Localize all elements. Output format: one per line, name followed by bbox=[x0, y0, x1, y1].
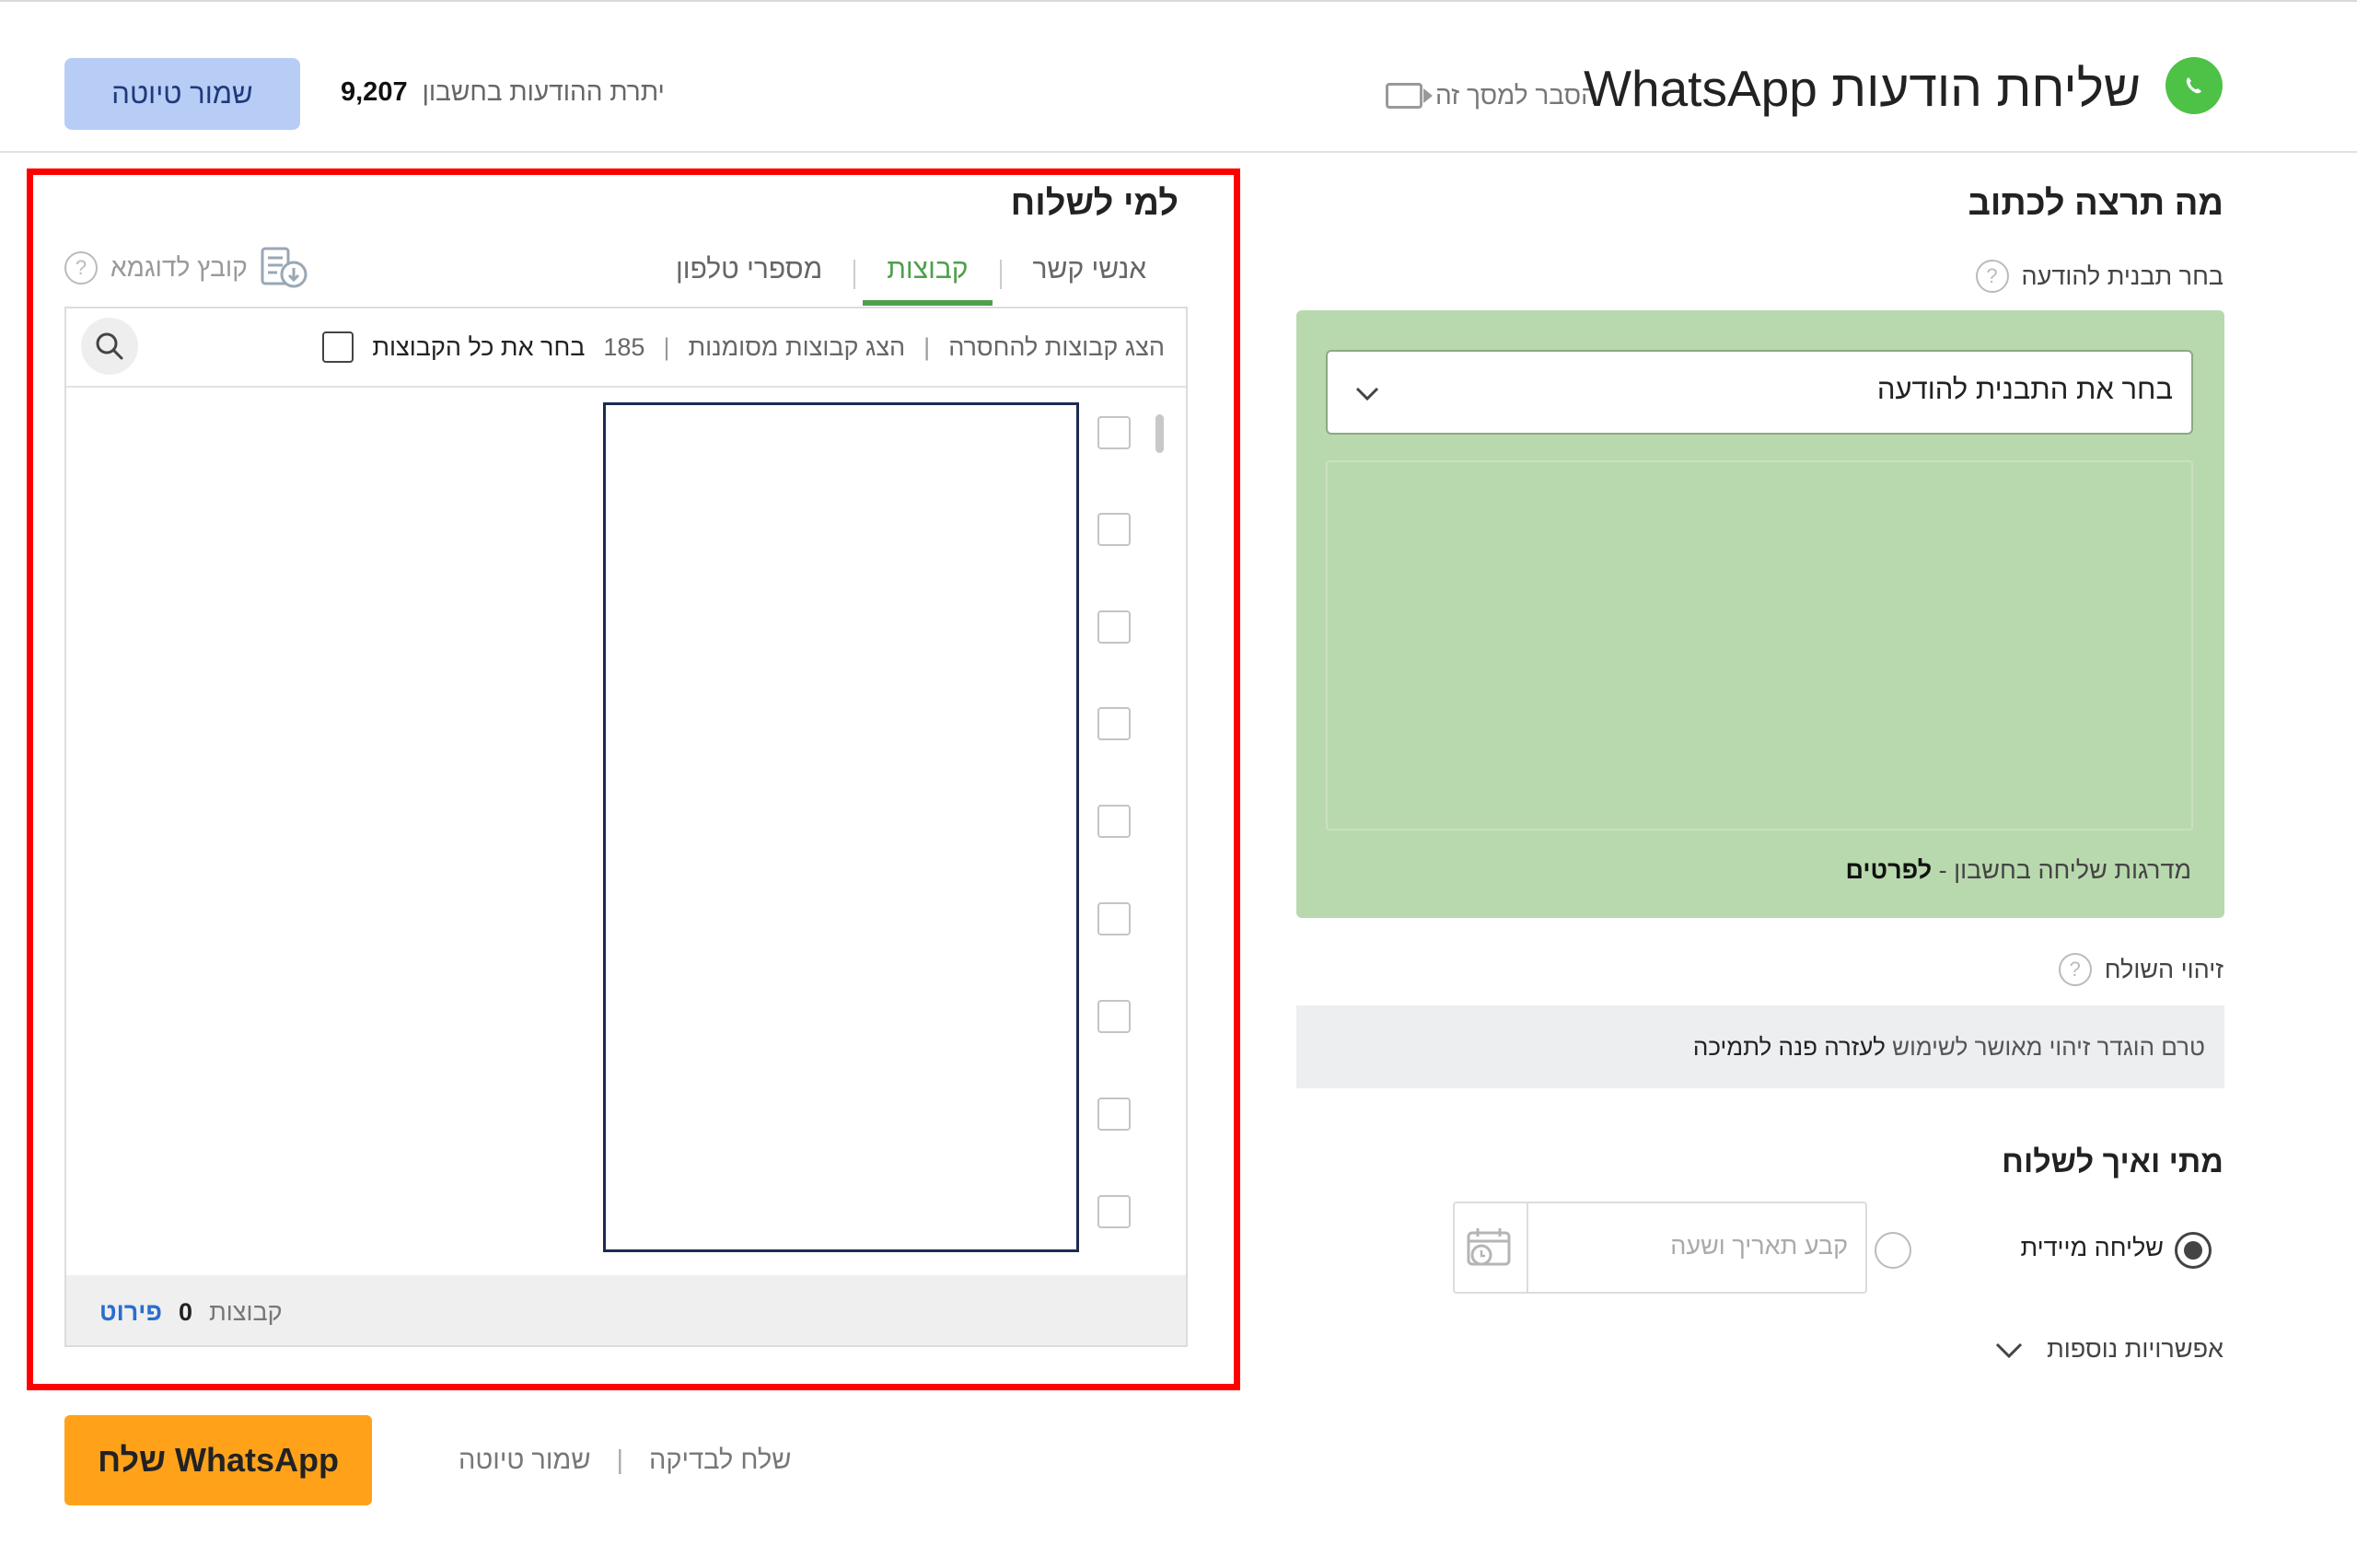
search-icon bbox=[96, 332, 123, 360]
date-time-placeholder: קבע תאריך ושעה bbox=[1670, 1232, 1848, 1260]
top-border bbox=[0, 0, 2357, 2]
help-icon[interactable]: ? bbox=[1975, 260, 2009, 293]
support-link[interactable]: לעזרה פנה לתמיכה bbox=[1693, 1033, 1886, 1061]
show-unsubscribe-groups-link[interactable]: הצג קבוצות להחסרה bbox=[948, 333, 1165, 362]
schedule-radio[interactable] bbox=[1875, 1232, 1911, 1269]
sample-file-link[interactable]: ? קובץ לדוגמא bbox=[64, 247, 308, 289]
groups-label: קבוצות bbox=[209, 1298, 283, 1326]
whatsapp-icon bbox=[2165, 57, 2223, 114]
header-divider bbox=[0, 151, 2357, 153]
send-tiers-link[interactable]: לפרטים bbox=[1845, 856, 1932, 884]
select-all-label: בחר את כל הקבוצות bbox=[372, 332, 586, 361]
balance-label: יתרת ההודעות בחשבון bbox=[422, 77, 665, 106]
recipients-title: למי לשלוח bbox=[1010, 184, 1178, 223]
details-link[interactable]: פירוט bbox=[99, 1298, 162, 1327]
sender-id-text: טרם הוגדר זיהוי מאושר לשימוש bbox=[1885, 1033, 2205, 1061]
group-row-checkbox[interactable] bbox=[1097, 1000, 1131, 1033]
sender-id-label-row: זיהוי השולח ? bbox=[2058, 953, 2223, 986]
template-label-row: בחר תבנית להודעה ? bbox=[1975, 260, 2223, 293]
group-row-checkbox[interactable] bbox=[1097, 707, 1131, 740]
group-row-checkbox[interactable] bbox=[1097, 610, 1131, 644]
help-icon[interactable]: ? bbox=[2058, 953, 2092, 986]
message-balance: יתרת ההודעות בחשבון 9,207 bbox=[341, 77, 665, 108]
message-title: מה תרצה לכתוב bbox=[1968, 184, 2223, 223]
calendar-clock-icon bbox=[1467, 1228, 1511, 1266]
help-icon[interactable]: ? bbox=[64, 251, 98, 285]
group-row-checkbox[interactable] bbox=[1097, 902, 1131, 935]
video-camera-icon bbox=[1386, 83, 1422, 109]
sample-file-label: קובץ לדוגמא bbox=[110, 253, 248, 282]
message-body-area[interactable] bbox=[1326, 460, 2193, 830]
calendar-button[interactable] bbox=[1455, 1203, 1528, 1292]
scrollbar-thumb[interactable] bbox=[1155, 414, 1164, 453]
toolbar-separator: | bbox=[663, 332, 670, 361]
schedule-title: מתי ואיך לשלוח bbox=[2002, 1144, 2223, 1179]
save-draft-button[interactable]: שמור טיוטה bbox=[64, 58, 300, 130]
template-label: בחר תבנית להודעה bbox=[2021, 261, 2223, 290]
group-count: 185 bbox=[603, 332, 645, 361]
selected-groups-count: 0 bbox=[179, 1298, 193, 1326]
group-row-checkbox[interactable] bbox=[1097, 513, 1131, 546]
more-options-label: אפשרויות נוספות bbox=[2047, 1335, 2223, 1363]
bottom-actions: שלח לבדיקה | שמור טיוטה bbox=[459, 1446, 791, 1476]
save-draft-link[interactable]: שמור טיוטה bbox=[459, 1446, 591, 1476]
send-now-radio[interactable] bbox=[2175, 1232, 2212, 1269]
send-tiers: מדרגות שליחה בחשבון - לפרטים bbox=[1845, 856, 2191, 885]
select-all-checkbox[interactable] bbox=[322, 331, 354, 363]
tab-phone-numbers[interactable]: מספרי טלפון bbox=[644, 249, 853, 304]
page-title: שליחת הודעות WhatsApp bbox=[1584, 60, 2141, 117]
explain-screen-label: הסבר למסך זה bbox=[1435, 81, 1597, 110]
chevron-down-icon bbox=[1996, 1342, 2023, 1358]
more-options-toggle[interactable]: אפשרויות נוספות bbox=[1993, 1335, 2223, 1364]
file-download-icon bbox=[261, 247, 308, 288]
groups-toolbar-row: בחר את כל הקבוצות 185 | הצג קבוצות מסומנ… bbox=[322, 331, 1165, 363]
group-row-checkbox[interactable] bbox=[1097, 805, 1131, 838]
sender-id-notice: טרם הוגדר זיהוי מאושר לשימוש לעזרה פנה ל… bbox=[1693, 1033, 2205, 1062]
send-whatsapp-button[interactable]: שלח WhatsApp bbox=[64, 1415, 372, 1505]
bottom-separator: | bbox=[616, 1446, 624, 1475]
send-now-label: שליחה מיידית bbox=[2020, 1234, 2164, 1261]
group-row-checkbox[interactable] bbox=[1097, 1098, 1131, 1131]
groups-summary: פירוט 0 קבוצות bbox=[99, 1298, 283, 1327]
sender-id-label: זיהוי השולח bbox=[2104, 955, 2223, 983]
tab-contacts[interactable]: אנשי קשר bbox=[1002, 249, 1178, 304]
search-button[interactable] bbox=[81, 318, 138, 375]
template-select-value: בחר את התבנית להודעה bbox=[1876, 373, 2173, 405]
show-marked-groups-link[interactable]: הצג קבוצות מסומנות bbox=[688, 333, 905, 362]
tab-groups[interactable]: קבוצות bbox=[855, 249, 999, 306]
group-row-checkbox[interactable] bbox=[1097, 1195, 1131, 1228]
send-test-link[interactable]: שלח לבדיקה bbox=[649, 1446, 791, 1476]
chevron-down-icon bbox=[1355, 387, 1379, 401]
send-tiers-text: מדרגות שליחה בחשבון - bbox=[1932, 856, 2191, 884]
explain-screen-link[interactable]: הסבר למסך זה bbox=[1386, 81, 1597, 110]
balance-value: 9,207 bbox=[341, 77, 408, 107]
group-list-blank-area bbox=[603, 402, 1079, 1252]
toolbar-separator: | bbox=[923, 332, 931, 361]
recipient-tabs: מספרי טלפון קבוצות אנשי קשר bbox=[644, 249, 1180, 306]
group-row-checkbox[interactable] bbox=[1097, 416, 1131, 449]
